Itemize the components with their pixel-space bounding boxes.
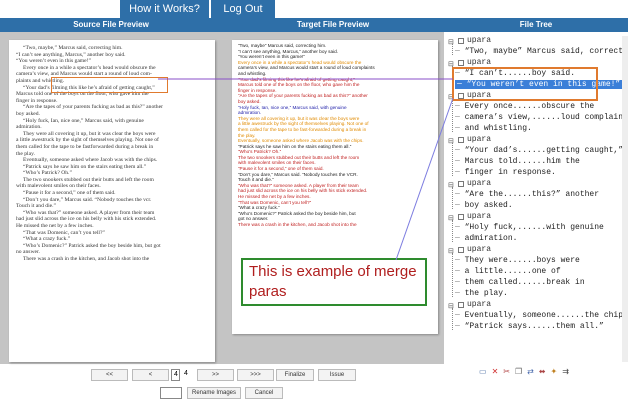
connector-blue-line (395, 97, 454, 261)
issue-button[interactable]: Issue (318, 369, 356, 381)
finalize-button[interactable]: Finalize (276, 369, 314, 381)
first-page-button[interactable]: << (91, 369, 128, 381)
page-total: 4 (184, 370, 188, 377)
cancel-button[interactable]: Cancel (245, 387, 283, 399)
tag-icon[interactable]: ✦ (551, 367, 558, 379)
rename-input[interactable] (160, 387, 182, 399)
move-icon[interactable]: ⇄ (527, 367, 534, 379)
next-page-button[interactable]: >> (197, 369, 234, 381)
prev-page-button[interactable]: < (132, 369, 169, 381)
last-page-button[interactable]: >>> (237, 369, 274, 381)
copy-icon[interactable]: ❐ (515, 367, 522, 379)
split-icon[interactable]: ⬌ (539, 367, 546, 379)
cut-icon[interactable]: ✂ (503, 367, 510, 379)
rename-images-button[interactable]: Rename Images (187, 387, 241, 399)
page-number-input[interactable]: 4 (171, 369, 180, 381)
app-root: How it Works? Log Out Source File Previe… (0, 0, 628, 405)
delete-icon[interactable]: ✕ (492, 367, 499, 379)
merge-icon[interactable]: ⇉ (562, 367, 569, 379)
convert-icon[interactable]: ▭ (479, 367, 487, 379)
connector-lines (158, 78, 454, 261)
tree-toolbar: ▭ ✕ ✂ ❐ ⇄ ⬌ ✦ ⇉ (479, 367, 569, 379)
